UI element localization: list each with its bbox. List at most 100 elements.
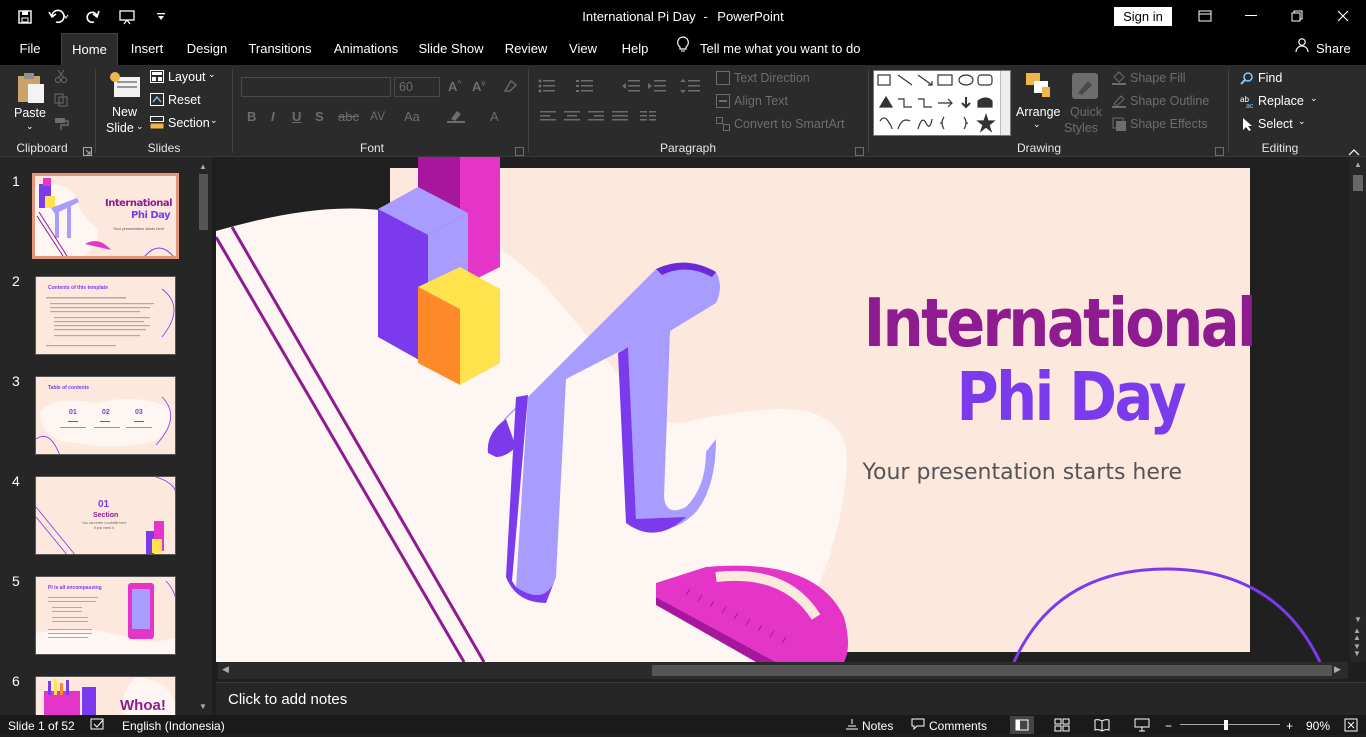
align-right-icon[interactable] (588, 110, 604, 128)
font-family-combo[interactable] (241, 77, 391, 97)
tab-home[interactable]: Home (61, 33, 118, 65)
find-button[interactable]: Find (1240, 71, 1282, 90)
align-center-icon[interactable] (564, 110, 580, 128)
ribbon-display-options-icon[interactable] (1182, 4, 1228, 28)
replace-button[interactable]: ab ac Replace ⌄ (1240, 93, 1318, 113)
horizontal-scroll-thumb[interactable] (652, 665, 1332, 676)
align-left-icon[interactable] (540, 110, 556, 128)
scroll-down-icon[interactable]: ▼ (199, 702, 207, 711)
restore-icon[interactable] (1274, 4, 1320, 28)
shape-outline-button[interactable]: Shape Outline (1112, 94, 1209, 113)
tab-slide-show[interactable]: Slide Show (416, 33, 486, 65)
justify-icon[interactable] (612, 110, 628, 128)
scroll-left-icon[interactable]: ◀ (222, 664, 229, 675)
shape-effects-button[interactable]: Shape Effects (1112, 117, 1208, 136)
tab-file[interactable]: File (10, 33, 50, 65)
character-spacing-icon[interactable]: AV (370, 109, 385, 123)
shapes-scroll[interactable] (1000, 71, 1010, 135)
slide-scrollbar[interactable]: ▲ ▼ ▲ ▲ ▼ ▼ (1350, 157, 1366, 662)
convert-smartart-button[interactable]: Convert to SmartArt (716, 117, 844, 136)
format-painter-icon[interactable] (54, 117, 70, 136)
tab-animations[interactable]: Animations (328, 33, 404, 65)
slide-title-line-2[interactable]: Phi Day (919, 357, 1186, 437)
share-button[interactable]: Share (1294, 33, 1351, 65)
slide-thumbnail-3[interactable]: Table of contents 01 02 03 (35, 376, 176, 455)
slideshow-icon[interactable] (1134, 718, 1150, 735)
zoom-out-icon[interactable]: − (1165, 719, 1172, 733)
clear-formatting-icon[interactable] (502, 79, 518, 98)
zoom-in-icon[interactable]: + (1286, 719, 1293, 733)
align-text-button[interactable]: Align Text (716, 94, 788, 113)
slide-scroll-up-icon[interactable]: ▲ (1354, 160, 1362, 169)
reset-button[interactable]: Reset (150, 93, 201, 111)
italic-icon[interactable]: I (271, 109, 275, 124)
shape-fill-button[interactable]: Shape Fill (1112, 71, 1186, 90)
language-indicator[interactable]: English (Indonesia) (122, 719, 225, 733)
next-slide-icon[interactable]: ▼ ▼ (1353, 643, 1361, 658)
decrease-font-icon[interactable]: Av (472, 79, 485, 94)
tab-view[interactable]: View (564, 33, 602, 65)
increase-font-icon[interactable]: A^ (448, 79, 461, 94)
tab-transitions[interactable]: Transitions (244, 33, 316, 65)
zoom-slider-thumb[interactable] (1224, 720, 1228, 730)
decrease-indent-icon[interactable] (622, 79, 640, 98)
zoom-level[interactable]: 90% (1306, 719, 1330, 733)
text-direction-button[interactable]: Text Direction (716, 71, 810, 90)
scroll-up-icon[interactable]: ▲ (199, 162, 207, 171)
zoom-slider-track[interactable] (1180, 724, 1280, 725)
select-button[interactable]: Select ⌄ (1240, 116, 1306, 136)
quick-styles-button[interactable]: Quick Styles (1064, 71, 1106, 141)
spell-check-icon[interactable] (90, 718, 106, 735)
minimize-icon[interactable] (1228, 4, 1274, 28)
previous-slide-icon[interactable]: ▲ ▲ (1353, 627, 1361, 642)
strikethrough-icon[interactable]: abc (338, 109, 359, 124)
slide-thumbnail-5[interactable]: Pi is all encompassing (35, 576, 176, 655)
tab-help[interactable]: Help (614, 33, 656, 65)
numbering-icon[interactable] (576, 79, 596, 98)
close-icon[interactable] (1320, 4, 1366, 28)
thumbnails-scrollbar[interactable]: ▲ ▼ (197, 160, 210, 715)
arrange-button[interactable]: Arrange ⌄ (1016, 71, 1060, 139)
thumbnails-scroll-thumb[interactable] (199, 174, 208, 230)
section-button[interactable]: Section ⌄ (150, 115, 218, 134)
reading-view-icon[interactable] (1094, 718, 1110, 735)
slide-thumbnail-6[interactable]: Whoa! (35, 676, 176, 715)
slide-thumbnail-2[interactable]: Contents of this template (35, 276, 176, 355)
line-spacing-icon[interactable] (680, 79, 702, 98)
normal-view-icon[interactable] (1010, 716, 1034, 734)
slide-scroll-down-icon[interactable]: ▼ (1354, 615, 1362, 624)
slide-title-line-1[interactable]: International (864, 283, 1257, 363)
cut-icon[interactable] (54, 69, 68, 88)
shapes-gallery[interactable] (873, 70, 1011, 136)
scroll-right-icon[interactable]: ▶ (1334, 664, 1341, 675)
tab-insert[interactable]: Insert (124, 33, 170, 65)
tab-review[interactable]: Review (498, 33, 554, 65)
font-size-combo[interactable]: 60 (394, 77, 440, 97)
font-color-icon[interactable]: A (490, 109, 499, 124)
fit-to-window-icon[interactable] (1344, 718, 1358, 735)
copy-icon[interactable] (54, 93, 70, 112)
slide-thumbnail-4[interactable]: 01 Section You can enter a subtitle here… (35, 476, 176, 555)
notes-toggle-icon[interactable] (845, 718, 859, 733)
slide-scroll-thumb[interactable] (1353, 175, 1363, 191)
underline-icon[interactable]: U (292, 109, 301, 124)
layout-button[interactable]: Layout ⌄ (150, 69, 216, 88)
tab-design[interactable]: Design (182, 33, 232, 65)
notes-placeholder[interactable]: Click to add notes (228, 691, 347, 708)
increase-indent-icon[interactable] (648, 79, 666, 98)
slide-subtitle[interactable]: Your presentation starts here (842, 460, 1182, 485)
sign-in-button[interactable]: Sign in (1114, 7, 1172, 26)
columns-icon[interactable] (640, 110, 660, 128)
paste-button[interactable]: Paste ⌄ (10, 71, 50, 137)
highlight-icon[interactable] (447, 109, 467, 128)
slide-sorter-icon[interactable] (1054, 718, 1070, 735)
comments-label[interactable]: Comments (929, 719, 987, 733)
notes-pane[interactable]: Click to add notes (216, 682, 1366, 715)
bullets-icon[interactable] (538, 79, 558, 98)
new-slide-button[interactable]: New Slide ⌄ (104, 69, 146, 139)
text-shadow-icon[interactable]: S (315, 109, 324, 124)
tell-me-search[interactable]: Tell me what you want to do (676, 33, 860, 65)
slide-thumbnail-1[interactable]: International Phi Day Your presentation … (32, 173, 179, 259)
horizontal-scrollbar[interactable]: ◀ ▶ (218, 662, 1348, 679)
slide-editor[interactable]: International Phi Day Your presentation … (216, 157, 1350, 662)
